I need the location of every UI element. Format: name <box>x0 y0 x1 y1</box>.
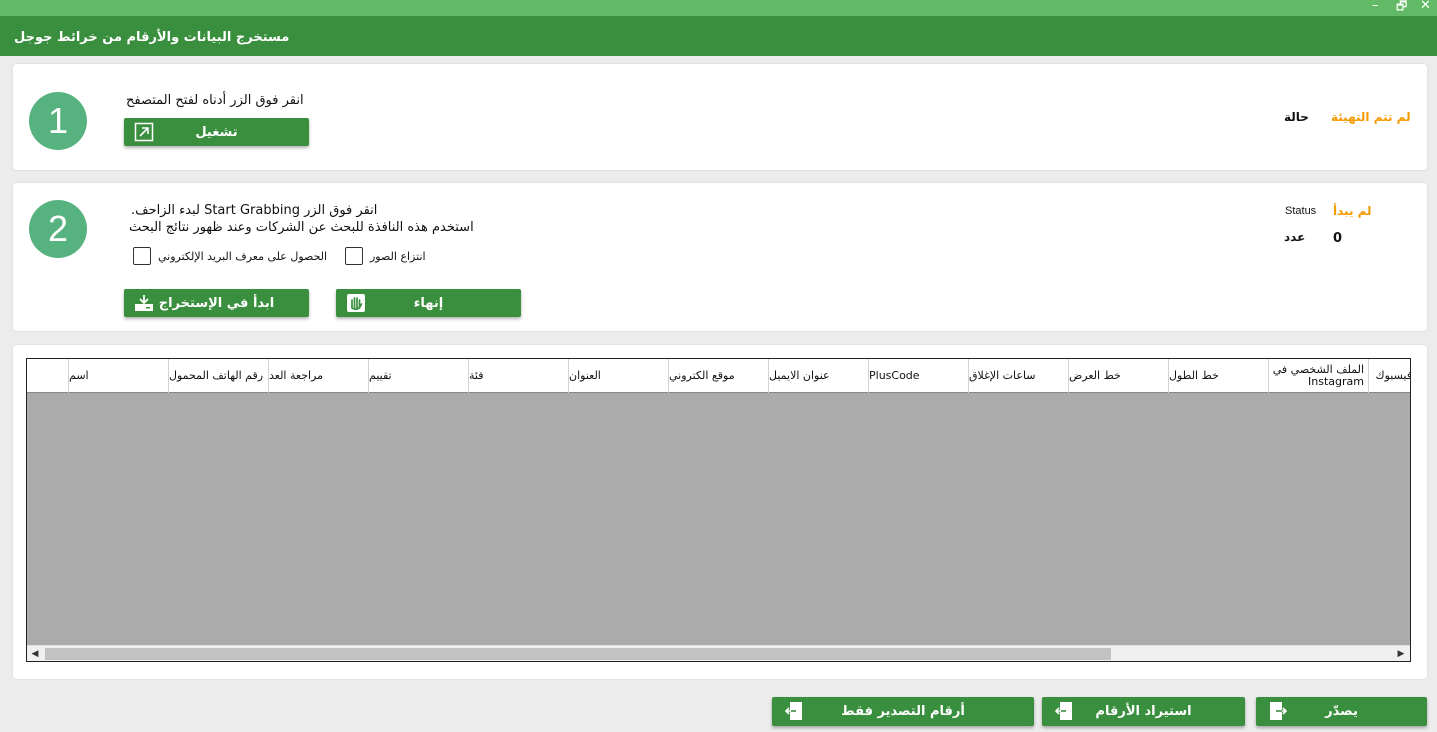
col-header-facebook[interactable]: فيسبوك <box>1368 359 1410 393</box>
scrollbar-thumb[interactable] <box>45 648 1111 660</box>
col-header-closing-hours[interactable]: ساعات الإغلاق <box>968 359 1068 393</box>
step2-panel: 2 انقر فوق الزر Start Grabbing لبدء الزا… <box>13 183 1427 331</box>
col-header-website[interactable]: موقع الكتروني <box>668 359 768 393</box>
get-email-checkbox[interactable] <box>133 247 151 265</box>
step2-instruction-line1: انقر فوق الزر Start Grabbing لبدء الزاحف… <box>131 203 378 218</box>
get-email-label: الحصول على معرف البريد الإلكتروني <box>158 250 328 263</box>
stop-button[interactable]: إنهاء <box>336 289 521 317</box>
step1-number-badge: 1 <box>29 92 87 150</box>
col-header-instagram[interactable]: الملف الشخصي في Instagram <box>1268 359 1368 393</box>
export-button[interactable]: يصدّر <box>1256 697 1427 726</box>
restore-icon[interactable]: 🗗 <box>1396 0 1407 14</box>
grid-header-row: اسم رقم الهاتف المحمول مراجعة العد تقييم… <box>27 359 1410 393</box>
download-tray-icon <box>135 295 153 311</box>
col-header-mobile[interactable]: رقم الهاتف المحمول <box>168 359 268 393</box>
minimize-icon[interactable]: – <box>1372 0 1379 14</box>
grab-images-label: انتزاع الصور <box>370 250 426 263</box>
app-title: مستخرج البيانات والأرقام من خرائط جوجل <box>14 30 290 45</box>
col-header-rating[interactable]: تقييم <box>368 359 468 393</box>
step2-number-badge: 2 <box>29 200 87 258</box>
grab-images-checkbox[interactable] <box>345 247 363 265</box>
scroll-right-icon[interactable]: ▶ <box>1393 646 1409 661</box>
scroll-left-icon[interactable]: ◀ <box>27 646 43 661</box>
import-arrow-icon <box>784 702 802 720</box>
step2-status-label: Status <box>1285 205 1317 217</box>
stop-button-label: إنهاء <box>413 295 444 311</box>
count-label: عدد <box>1284 230 1306 244</box>
open-external-icon <box>134 122 154 142</box>
col-header-name[interactable]: اسم <box>68 359 168 393</box>
export-arrow-icon <box>1270 702 1288 720</box>
col-header-email[interactable]: عنوان الايميل <box>768 359 868 393</box>
window-title-bar: – 🗗 ✕ <box>0 0 1437 16</box>
grid-row-header-corner <box>27 359 68 393</box>
col-header-pluscode[interactable]: PlusCode <box>868 359 968 393</box>
export-numbers-only-button[interactable]: أرقام التصدير فقط <box>772 697 1034 726</box>
import-arrow-icon <box>1054 702 1072 720</box>
import-numbers-label: استيراد الأرقام <box>1095 704 1192 719</box>
import-numbers-button[interactable]: استيراد الأرقام <box>1042 697 1245 726</box>
col-header-category[interactable]: فئة <box>468 359 568 393</box>
close-icon[interactable]: ✕ <box>1420 0 1431 14</box>
step1-status-value: لم تتم التهيئة <box>1331 110 1411 124</box>
start-grabbing-label: ابدأ في الإستخراج <box>158 295 275 311</box>
step1-status-label: حالة <box>1284 110 1309 124</box>
col-header-latitude[interactable]: خط العرض <box>1068 359 1168 393</box>
col-header-longitude[interactable]: خط الطول <box>1168 359 1268 393</box>
stop-hand-icon <box>347 294 365 312</box>
start-grabbing-button[interactable]: ابدأ في الإستخراج <box>124 289 309 317</box>
step1-panel: 1 انقر فوق الزر أدناه لفتح المتصفح تشغيل… <box>13 64 1427 170</box>
export-numbers-only-label: أرقام التصدير فقط <box>841 704 965 719</box>
col-header-address[interactable]: العنوان <box>568 359 668 393</box>
run-button-label: تشغيل <box>195 124 238 140</box>
grid-horizontal-scrollbar[interactable]: ◀ ▶ <box>27 645 1410 661</box>
app-header: مستخرج البيانات والأرقام من خرائط جوجل <box>0 16 1437 56</box>
col-header-review-count[interactable]: مراجعة العد <box>268 359 368 393</box>
step2-status-value: لم يبدأ <box>1333 204 1372 218</box>
step1-instruction: انقر فوق الزر أدناه لفتح المتصفح <box>126 93 304 108</box>
step2-instruction-line2: استخدم هذه النافذة للبحث عن الشركات وعند… <box>129 220 474 235</box>
run-button[interactable]: تشغيل <box>124 118 309 146</box>
export-label: يصدّر <box>1325 704 1358 719</box>
count-value: 0 <box>1333 231 1343 246</box>
results-grid[interactable]: اسم رقم الهاتف المحمول مراجعة العد تقييم… <box>26 358 1411 662</box>
